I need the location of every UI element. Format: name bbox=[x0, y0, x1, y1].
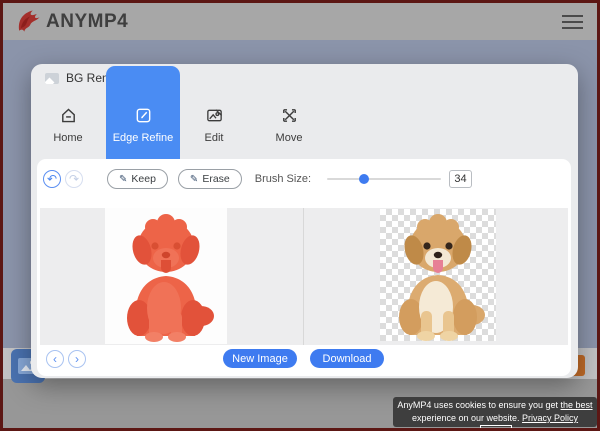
site-header: ANYMP4 bbox=[3, 3, 597, 40]
hamburger-menu-icon[interactable] bbox=[560, 11, 585, 33]
cookie-consent-bar: AnyMP4 uses cookies to ensure you get th… bbox=[393, 397, 597, 427]
cookie-text-1: AnyMP4 uses cookies to ensure you get bbox=[397, 400, 558, 410]
move-arrows-icon bbox=[258, 104, 320, 126]
panel-divider bbox=[303, 208, 304, 345]
preview-panels bbox=[40, 208, 568, 345]
cutout-dog-image bbox=[380, 209, 496, 341]
tab-edit-label: Edit bbox=[183, 132, 245, 144]
previous-image-button[interactable]: ‹ bbox=[46, 350, 64, 368]
dialog-content: ↶ ↷ ✎ Keep ✎ Erase Brush Size: 34 bbox=[37, 159, 571, 376]
masked-dog-image bbox=[105, 208, 227, 344]
brush-size-slider[interactable] bbox=[327, 172, 441, 186]
tab-edge-refine-label: Edge Refine bbox=[106, 132, 180, 144]
tab-move-label: Move bbox=[258, 132, 320, 144]
tab-move[interactable]: Move bbox=[258, 104, 320, 144]
slider-track bbox=[327, 178, 441, 180]
tab-edit[interactable]: Edit bbox=[183, 104, 245, 144]
refine-toolbar: ↶ ↷ ✎ Keep ✎ Erase Brush Size: 34 bbox=[37, 165, 571, 193]
tab-bar: Home Edge Refine bbox=[31, 94, 578, 159]
erase-button[interactable]: ✎ Erase bbox=[178, 169, 242, 189]
home-icon bbox=[37, 104, 99, 126]
dialog-footer: ‹ › New Image Download bbox=[37, 348, 571, 370]
tab-edge-refine[interactable]: Edge Refine bbox=[106, 66, 180, 159]
next-image-button[interactable]: › bbox=[68, 350, 86, 368]
anymp4-logo-icon bbox=[15, 8, 42, 35]
edit-square-icon bbox=[106, 104, 180, 126]
result-preview-image[interactable] bbox=[380, 209, 496, 341]
erase-label: Erase bbox=[202, 173, 229, 185]
brush-size-label: Brush Size: bbox=[255, 173, 311, 185]
picture-icon bbox=[45, 73, 59, 84]
brand-name: ANYMP4 bbox=[46, 11, 128, 33]
tab-home-label: Home bbox=[37, 132, 99, 144]
image-edit-icon bbox=[183, 104, 245, 126]
keep-button[interactable]: ✎ Keep bbox=[107, 169, 168, 189]
mask-preview-image[interactable] bbox=[105, 208, 227, 344]
new-image-button[interactable]: New Image bbox=[223, 349, 297, 368]
slider-thumb[interactable] bbox=[359, 174, 369, 184]
app-window: ANYMP4 BG Remover Home bbox=[0, 0, 600, 431]
got-it-button[interactable]: Got it! bbox=[480, 425, 512, 431]
undo-button[interactable]: ↶ bbox=[43, 170, 61, 188]
keep-label: Keep bbox=[131, 173, 156, 185]
download-button[interactable]: Download bbox=[310, 349, 384, 368]
erase-brush-icon: ✎ bbox=[190, 174, 198, 185]
privacy-policy-link[interactable]: Privacy Policy bbox=[522, 413, 578, 423]
brand[interactable]: ANYMP4 bbox=[15, 8, 128, 35]
redo-button[interactable]: ↷ bbox=[65, 170, 83, 188]
cookie-text-2: experience on our website. bbox=[412, 413, 520, 423]
cookie-text-best: the best bbox=[561, 400, 593, 410]
keep-brush-icon: ✎ bbox=[119, 174, 127, 185]
brush-size-value[interactable]: 34 bbox=[449, 170, 472, 188]
tab-home[interactable]: Home bbox=[37, 104, 99, 144]
bg-remover-dialog: BG Remover Home Edge Refine bbox=[31, 64, 578, 378]
